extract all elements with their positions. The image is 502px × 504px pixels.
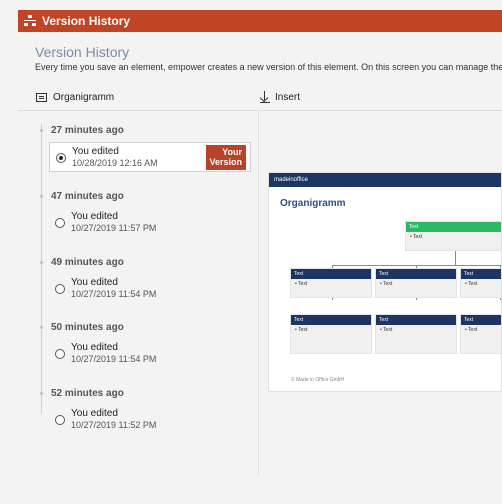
- version-radio[interactable]: [55, 415, 65, 425]
- organigram-icon: [36, 92, 47, 102]
- version-entry[interactable]: You edited 10/27/2019 11:52 PM: [49, 405, 251, 435]
- version-preview: madeinoffice Organigramm Text • Text Tex…: [268, 172, 502, 392]
- window-titlebar: Version History: [18, 10, 502, 32]
- insert-button[interactable]: Insert: [259, 88, 301, 106]
- version-time: 52 minutes ago: [51, 388, 124, 399]
- preview-top-box: Text • Text: [405, 221, 501, 251]
- insert-label: Insert: [275, 91, 301, 103]
- header-divider: [18, 110, 502, 111]
- insert-icon: [259, 91, 270, 103]
- version-action: You edited: [71, 408, 118, 419]
- version-time: 50 minutes ago: [51, 322, 124, 333]
- timeline-dot: [40, 326, 43, 329]
- page-description: Every time you save an element, empower …: [35, 62, 502, 72]
- preview-box-text: • Text: [465, 281, 478, 287]
- preview-footer: © Made in Office GmbH: [291, 377, 345, 383]
- version-history-panel: Version History Every time you save an e…: [18, 32, 502, 504]
- version-entry[interactable]: You edited 10/27/2019 11:54 PM: [49, 274, 251, 304]
- preview-box-header: Text: [406, 222, 501, 232]
- version-entry[interactable]: You edited 10/27/2019 11:57 PM: [49, 208, 251, 238]
- element-name: Organigramm: [53, 91, 115, 103]
- version-action: You edited: [71, 277, 118, 288]
- app-icon: [24, 15, 36, 27]
- version-date: 10/27/2019 11:54 PM: [71, 289, 157, 299]
- version-radio[interactable]: [55, 284, 65, 294]
- your-version-badge: Your Version: [206, 145, 246, 170]
- preview-box-text: • Text: [410, 234, 423, 240]
- version-action: You edited: [71, 342, 118, 353]
- preview-header: madeinoffice: [269, 173, 501, 187]
- version-radio[interactable]: [55, 218, 65, 228]
- column-divider: [258, 110, 259, 474]
- timeline-dot: [40, 129, 43, 132]
- preview-box-text: • Text: [465, 327, 478, 333]
- version-date: 10/28/2019 12:16 AM: [72, 158, 158, 168]
- timeline-line: [41, 124, 42, 414]
- preview-box-header: Text: [291, 269, 371, 279]
- element-column-header: Organigramm: [36, 88, 114, 106]
- preview-box-text: • Text: [380, 281, 393, 287]
- preview-box: Text • Text: [460, 314, 501, 354]
- timeline-dot: [40, 392, 43, 395]
- preview-box: Text • Text: [375, 314, 457, 354]
- version-entry[interactable]: You edited 10/28/2019 12:16 AM Your Vers…: [49, 142, 251, 172]
- version-radio[interactable]: [56, 153, 66, 163]
- preview-box: Text • Text: [290, 268, 372, 298]
- timeline-dot: [40, 195, 43, 198]
- page-title: Version History: [35, 44, 130, 60]
- version-time: 27 minutes ago: [51, 125, 124, 136]
- timeline-dot: [40, 261, 43, 264]
- version-date: 10/27/2019 11:52 PM: [71, 420, 157, 430]
- version-entry[interactable]: You edited 10/27/2019 11:54 PM: [49, 339, 251, 369]
- preview-box-text: • Text: [295, 281, 308, 287]
- preview-box-header: Text: [461, 315, 501, 325]
- preview-logo: madeinoffice: [274, 177, 308, 183]
- preview-box-header: Text: [461, 269, 501, 279]
- preview-connector: [455, 251, 456, 266]
- preview-box: Text • Text: [460, 268, 501, 298]
- preview-box-header: Text: [291, 315, 371, 325]
- preview-box: Text • Text: [290, 314, 372, 354]
- preview-box: Text • Text: [375, 268, 457, 298]
- version-date: 10/27/2019 11:54 PM: [71, 354, 157, 364]
- preview-box-text: • Text: [380, 327, 393, 333]
- version-action: You edited: [71, 211, 118, 222]
- window-title: Version History: [42, 14, 131, 28]
- version-time: 47 minutes ago: [51, 191, 124, 202]
- preview-connector: [332, 265, 501, 266]
- preview-box-header: Text: [376, 315, 456, 325]
- preview-box-header: Text: [376, 269, 456, 279]
- version-date: 10/27/2019 11:57 PM: [71, 223, 157, 233]
- version-action: You edited: [72, 146, 119, 157]
- preview-title: Organigramm: [280, 198, 346, 209]
- preview-box-text: • Text: [295, 327, 308, 333]
- version-radio[interactable]: [55, 349, 65, 359]
- version-time: 49 minutes ago: [51, 257, 124, 268]
